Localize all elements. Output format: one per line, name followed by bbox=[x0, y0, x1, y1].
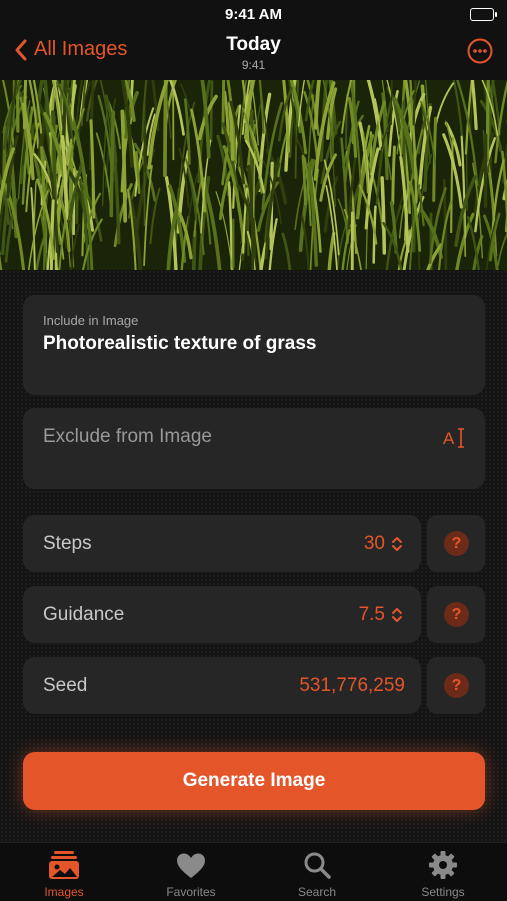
exclude-field[interactable]: Exclude from Image A bbox=[23, 408, 485, 489]
include-field-label: Include in Image bbox=[43, 313, 138, 328]
chevron-up-down-icon bbox=[391, 607, 403, 623]
steps-stepper[interactable]: 30 bbox=[364, 533, 403, 555]
grass-blade bbox=[393, 147, 395, 204]
page-title: Today bbox=[0, 34, 507, 56]
navigation-bar: All Images Today 9:41 bbox=[0, 30, 507, 80]
status-bar: 9:41 AM bbox=[0, 0, 507, 30]
guidance-row[interactable]: Guidance 7.5 bbox=[23, 586, 421, 643]
page-subtitle: 9:41 bbox=[0, 58, 507, 72]
steps-label: Steps bbox=[43, 533, 92, 555]
help-icon: ? bbox=[444, 673, 469, 698]
tab-settings[interactable]: Settings bbox=[393, 849, 493, 899]
seed-label: Seed bbox=[43, 675, 87, 697]
tab-bar: Images Favorites Search Settings bbox=[0, 842, 507, 901]
grass-blade bbox=[211, 82, 212, 141]
heart-icon bbox=[176, 852, 206, 879]
nav-title-group: Today 9:41 bbox=[0, 34, 507, 72]
guidance-stepper[interactable]: 7.5 bbox=[359, 604, 403, 626]
svg-text:A: A bbox=[443, 429, 455, 448]
seed-value[interactable]: 531,776,259 bbox=[299, 675, 405, 697]
battery-icon bbox=[470, 8, 494, 21]
more-options-icon[interactable] bbox=[467, 38, 493, 64]
help-icon: ? bbox=[444, 602, 469, 627]
grass-image bbox=[0, 80, 507, 270]
tab-images[interactable]: Images bbox=[14, 849, 114, 899]
tab-label: Search bbox=[267, 885, 367, 899]
steps-row[interactable]: Steps 30 bbox=[23, 515, 421, 572]
generate-image-button[interactable]: Generate Image bbox=[23, 752, 485, 810]
steps-help-button[interactable]: ? bbox=[427, 515, 485, 572]
include-field-value[interactable]: Photorealistic texture of grass bbox=[43, 333, 316, 355]
guidance-label: Guidance bbox=[43, 604, 124, 626]
tab-label: Images bbox=[14, 885, 114, 899]
grass-blade bbox=[382, 178, 384, 253]
search-icon bbox=[303, 851, 331, 879]
tab-label: Favorites bbox=[141, 885, 241, 899]
generation-form: Include in Image Photorealistic texture … bbox=[0, 270, 507, 842]
include-field[interactable]: Include in Image Photorealistic texture … bbox=[23, 295, 485, 395]
guidance-help-button[interactable]: ? bbox=[427, 586, 485, 643]
grass-blade bbox=[165, 80, 166, 175]
guidance-value: 7.5 bbox=[359, 604, 385, 626]
exclude-field-placeholder[interactable]: Exclude from Image bbox=[43, 426, 212, 448]
grass-blade bbox=[251, 197, 252, 270]
photo-stack-icon bbox=[48, 850, 80, 880]
text-format-icon[interactable]: A bbox=[443, 426, 467, 450]
tab-favorites[interactable]: Favorites bbox=[141, 849, 241, 899]
seed-row[interactable]: Seed 531,776,259 bbox=[23, 657, 421, 714]
generated-image[interactable] bbox=[0, 80, 507, 270]
tab-label: Settings bbox=[393, 885, 493, 899]
status-time: 9:41 AM bbox=[0, 6, 507, 23]
grass-blade bbox=[194, 232, 195, 270]
tab-search[interactable]: Search bbox=[267, 849, 367, 899]
chevron-up-down-icon bbox=[391, 536, 403, 552]
help-icon: ? bbox=[444, 531, 469, 556]
gear-icon bbox=[428, 850, 458, 880]
seed-help-button[interactable]: ? bbox=[427, 657, 485, 714]
steps-value: 30 bbox=[364, 533, 385, 555]
